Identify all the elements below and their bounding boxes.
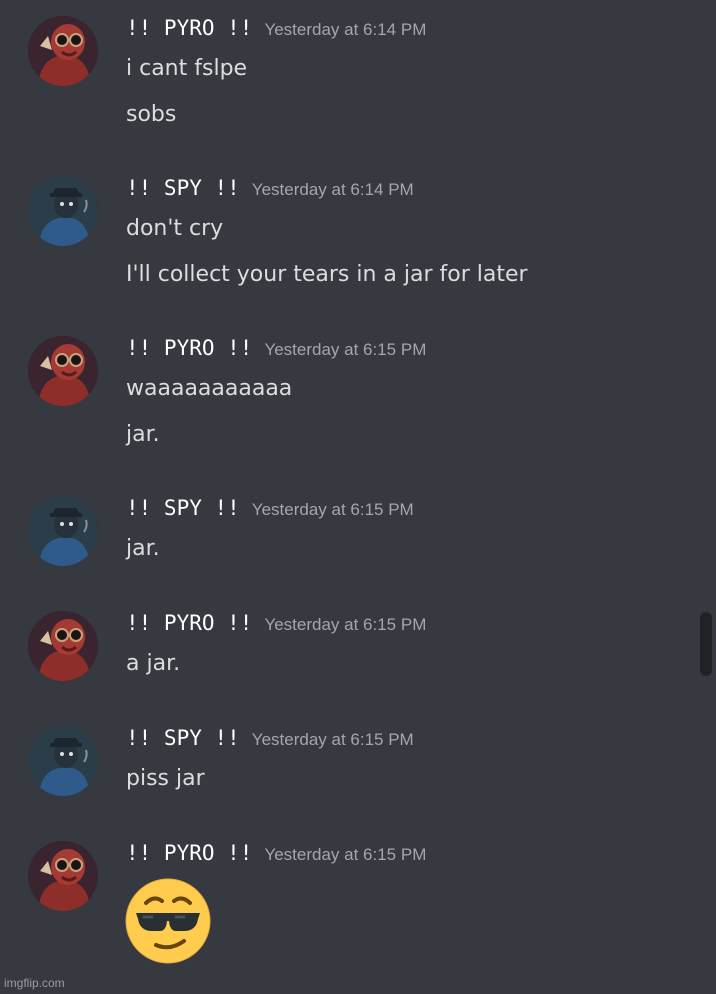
timestamp: Yesterday at 6:14 PM: [251, 180, 414, 199]
timestamp: Yesterday at 6:15 PM: [251, 730, 414, 749]
timestamp: Yesterday at 6:15 PM: [251, 500, 414, 519]
message-text: i cant fslpe: [126, 56, 248, 81]
pyro-avatar[interactable]: [28, 16, 98, 86]
message-text: waaaaaaaaaaa: [126, 376, 293, 401]
message-text: piss jar: [126, 766, 205, 791]
message-text: I'll collect your tears in a jar for lat…: [126, 262, 528, 287]
timestamp: Yesterday at 6:15 PM: [264, 340, 427, 359]
scrollbar-thumb[interactable]: [700, 612, 712, 676]
username[interactable]: !! SPY !!: [126, 726, 240, 750]
message-text: a jar.: [126, 651, 181, 676]
timestamp: Yesterday at 6:15 PM: [264, 845, 427, 864]
message-header: !! PYRO !! Yesterday at 6:14 PM: [126, 16, 426, 40]
message-header: !! SPY !! Yesterday at 6:15 PM: [126, 496, 414, 520]
message-header: !! PYRO !! Yesterday at 6:15 PM: [126, 841, 426, 865]
pyro-avatar[interactable]: [28, 336, 98, 406]
sunglasses-smirk-emoji[interactable]: [124, 877, 212, 965]
message-header: !! SPY !! Yesterday at 6:14 PM: [126, 176, 414, 200]
chat-messages: !! PYRO !! Yesterday at 6:14 PM i cant fs…: [0, 0, 700, 994]
message-text: sobs: [126, 102, 177, 127]
spy-avatar[interactable]: [28, 726, 98, 796]
message-text: don't cry: [126, 216, 224, 241]
username[interactable]: !! PYRO !!: [126, 841, 252, 865]
pyro-avatar[interactable]: [28, 611, 98, 681]
username[interactable]: !! PYRO !!: [126, 336, 252, 360]
username[interactable]: !! SPY !!: [126, 496, 240, 520]
message-text: jar.: [126, 536, 160, 561]
timestamp: Yesterday at 6:15 PM: [264, 615, 427, 634]
message-text: jar.: [126, 422, 160, 447]
timestamp: Yesterday at 6:14 PM: [264, 20, 427, 39]
watermark: imgflip.com: [4, 976, 65, 990]
message-header: !! SPY !! Yesterday at 6:15 PM: [126, 726, 414, 750]
username[interactable]: !! PYRO !!: [126, 611, 252, 635]
message-header: !! PYRO !! Yesterday at 6:15 PM: [126, 611, 426, 635]
message-header: !! PYRO !! Yesterday at 6:15 PM: [126, 336, 426, 360]
spy-avatar[interactable]: [28, 176, 98, 246]
pyro-avatar[interactable]: [28, 841, 98, 911]
spy-avatar[interactable]: [28, 496, 98, 566]
username[interactable]: !! SPY !!: [126, 176, 240, 200]
username[interactable]: !! PYRO !!: [126, 16, 252, 40]
